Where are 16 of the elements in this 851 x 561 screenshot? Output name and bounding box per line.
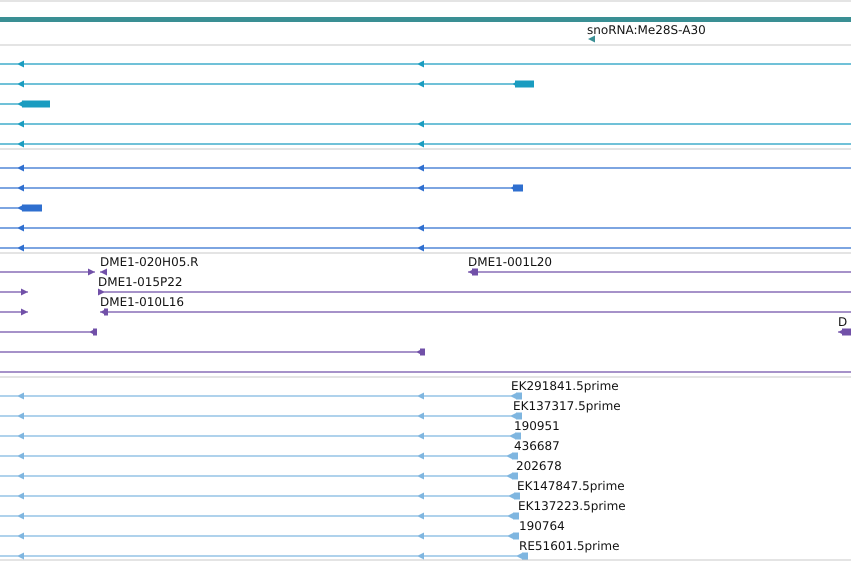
feature-label: EK137317.5prime <box>513 399 621 413</box>
feature-label: EK291841.5prime <box>511 379 619 393</box>
feature-label: 202678 <box>516 459 562 473</box>
feature-label: 190951 <box>514 419 560 433</box>
feature-label: DME1-010L16 <box>100 295 184 309</box>
feature-label: 436687 <box>514 439 560 453</box>
feature-label: RE51601.5prime <box>519 539 620 553</box>
feature-label: 190764 <box>519 519 565 533</box>
feature-label: DME1-020H05.R <box>100 255 198 269</box>
feature-label: DME1-015P22 <box>98 275 183 289</box>
feature-label: D <box>838 315 848 329</box>
feature-label: EK137223.5prime <box>518 499 626 513</box>
feature-label: snoRNA:Me28S-A30 <box>587 23 706 37</box>
feature-marker-icon <box>588 36 595 42</box>
feature-label: DME1-001L20 <box>468 255 552 269</box>
feature-label: EK147847.5prime <box>517 479 625 493</box>
